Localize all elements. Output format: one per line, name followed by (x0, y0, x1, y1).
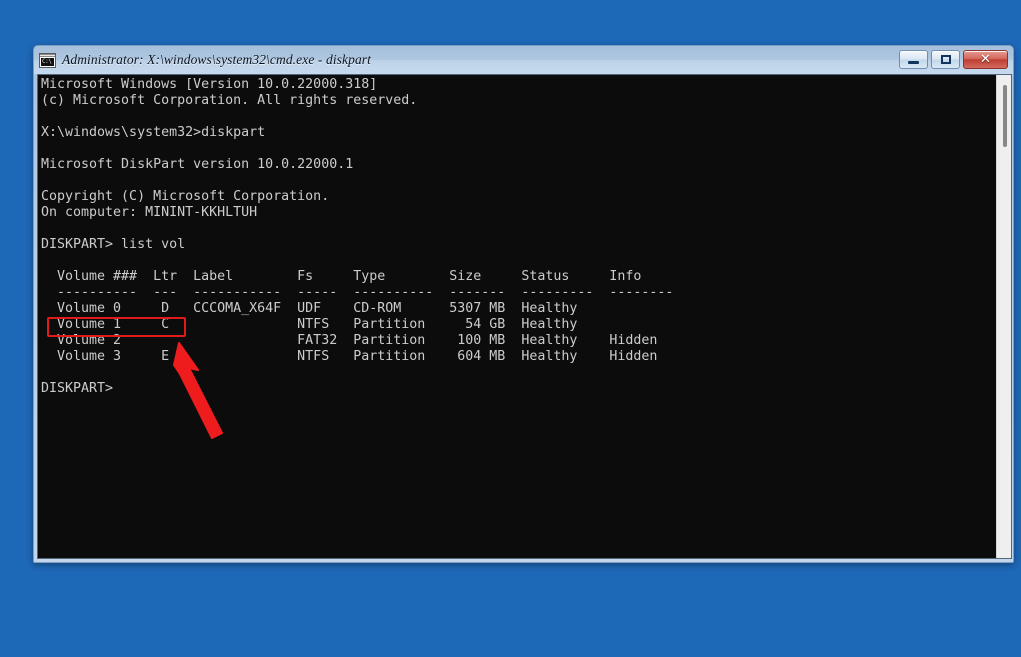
close-icon: ✕ (980, 53, 991, 66)
window-title: Administrator: X:\windows\system32\cmd.e… (62, 52, 371, 68)
command-prompt-window: C:\ Administrator: X:\windows\system32\c… (33, 45, 1014, 563)
cmd-icon-titlebar (40, 54, 55, 57)
maximize-button[interactable] (931, 50, 960, 69)
console-client-area[interactable]: Microsoft Windows [Version 10.0.22000.31… (37, 74, 1012, 559)
scrollbar-thumb[interactable] (1003, 85, 1007, 147)
console-scrollbar[interactable] (996, 75, 1011, 558)
console-output-text[interactable]: Microsoft Windows [Version 10.0.22000.31… (38, 75, 996, 558)
window-controls: ✕ (899, 50, 1008, 69)
window-titlebar[interactable]: C:\ Administrator: X:\windows\system32\c… (34, 46, 1013, 74)
close-button[interactable]: ✕ (963, 50, 1008, 69)
minimize-icon (908, 61, 919, 64)
cmd-icon[interactable]: C:\ (39, 53, 56, 68)
cmd-icon-body: C:\ (41, 58, 54, 66)
minimize-button[interactable] (899, 50, 928, 69)
desktop-background: C:\ Administrator: X:\windows\system32\c… (0, 0, 1021, 657)
maximize-icon (941, 55, 951, 64)
